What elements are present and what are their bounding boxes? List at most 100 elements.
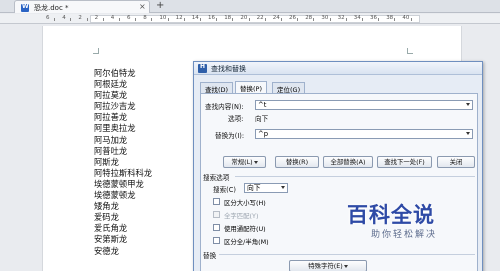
ruler-tick [199,18,201,21]
find-history-dropdown-icon[interactable] [466,103,470,106]
document-line: 阿马加龙 [94,134,128,145]
find-what-value: ^t [258,101,267,109]
document-line: 爱码龙 [94,212,119,223]
replace-with-label: 替换为(I): [215,132,245,140]
ruler-number: 20 [240,15,248,21]
ruler-number: 38 [386,15,394,21]
ruler-tick [216,18,218,21]
wildcards-checkbox[interactable] [213,224,220,231]
ruler-number: 2 [78,15,82,21]
document-line: 安德龙 [94,245,119,256]
ruler-number: 40 [402,15,410,21]
ruler-number: 32 [337,15,345,21]
width-sensitive-label: 区分全/半角(M) [224,238,269,246]
left-margin-corner-mark [93,48,99,54]
find-what-label: 查找内容(N): [205,103,244,111]
dialog-titlebar[interactable]: 查找和替换 [194,62,482,75]
ruler-number: 4 [110,15,115,21]
search-options-divider [235,176,475,177]
dialog-title: 查找和替换 [211,65,246,73]
ruler-number: 34 [353,15,361,21]
document-line: 阿拉莫龙 [94,90,128,101]
replace-with-value: ^p [258,130,269,138]
replace-button[interactable]: 替换(R) [275,156,319,168]
find-what-input[interactable]: ^t [255,100,473,110]
ruler-number: 24 [272,15,280,21]
new-tab-icon[interactable]: + [156,0,164,11]
ruler-number: 12 [175,15,183,21]
replace-section-heading: 替换 [203,252,217,260]
options-label: 选项: [228,115,244,123]
ruler-tick [183,18,185,21]
ruler-tick [361,18,363,21]
ruler-number: 28 [305,15,313,21]
chevron-down-icon [281,186,285,189]
ruler-tick [86,18,88,21]
ruler-tick [70,18,72,21]
ruler-tick [264,18,266,21]
document-line: 阿特拉斯科科龙 [94,167,153,178]
ruler-tick [54,18,56,21]
watermark-logo-title: 百科全说 [347,203,435,227]
ruler-number: 36 [370,15,377,21]
close-tab-icon[interactable]: × [139,2,146,11]
chevron-down-icon [253,160,258,164]
close-button[interactable]: 关闭 [437,156,475,168]
wildcards-label: 使用通配符(U) [224,225,266,233]
options-value: 向下 [255,115,269,123]
general-options-button[interactable]: 常规(L) [223,156,266,168]
ruler-tick [280,18,282,21]
document-line: 阿斯龙 [94,156,119,167]
document-line: 埃德蒙顿甲龙 [94,178,144,189]
ruler-tick [313,18,315,21]
document-line: 阿拉善龙 [94,112,128,123]
chevron-down-icon [343,264,348,268]
ruler-tick [394,18,396,21]
ruler-tick [135,18,137,21]
ruler-number: 2 [94,15,99,21]
ruler-tick [297,18,299,21]
ruler-tick [167,18,169,21]
replace-tab-panel: 查找内容(N): ^t 选项: 向下 替换为(I): ^p 常规(L) 替换(R… [200,93,478,271]
find-replace-dialog: 查找和替换 查找(D) 替换(P) 定位(G) 查找内容(N): ^t 选项: … [193,61,483,271]
document-line: 阿根廷龙 [94,79,128,90]
special-characters-button[interactable]: 特殊字符(E) [289,260,367,271]
match-case-checkbox[interactable] [213,198,220,205]
ruler-tick [102,18,104,21]
document-body[interactable]: 阿尔伯特龙 阿根廷龙 阿拉莫龙 阿拉沙吉龙 阿拉善龙 阿里奥拉龙 阿马加龙 阿普… [94,68,152,257]
watermark-logo-subtitle: 助你轻松解决 [371,230,438,240]
ruler-tick [151,18,153,21]
ruler-tick [118,18,120,21]
find-next-button[interactable]: 查找下一处(F) [377,156,432,168]
replace-all-button[interactable]: 全部替换(A) [323,156,373,168]
document-line: 矮角龙 [94,201,119,212]
word-document-icon [21,3,29,12]
document-line: 爱氏角龙 [94,223,128,234]
document-tab-title: 恐龙.doc * [34,4,69,12]
ruler-number: 4 [62,15,66,21]
ruler-number: 6 [127,15,131,21]
document-line: 阿拉沙吉龙 [94,101,136,112]
width-sensitive-checkbox[interactable] [213,237,220,244]
horizontal-ruler[interactable]: 6 4 2 2 4 6 8 10 12 14 16 18 20 22 24 26 28 30 32 34 36 38 40 [0,14,500,24]
ruler-tick [232,18,234,21]
ruler-number: 16 [208,15,215,21]
replace-history-dropdown-icon[interactable] [466,132,470,135]
replace-with-input[interactable]: ^p [255,129,473,139]
ruler-tick [329,18,331,21]
document-tab-bar: 恐龙.doc * × + [0,0,500,13]
search-direction-select[interactable]: 向下 [244,183,288,193]
ruler-number: 8 [143,15,147,21]
search-direction-label: 搜索(C) [213,186,236,194]
ruler-number: 10 [159,15,167,21]
ruler-tick [248,18,250,21]
document-line: 阿里奥拉龙 [94,123,136,134]
ruler-number: 30 [321,15,329,21]
document-tab[interactable]: 恐龙.doc * × [14,0,150,13]
tab-find[interactable]: 查找(D) [200,82,234,94]
document-line: 埃德蒙顿龙 [94,190,136,201]
ruler-number: 14 [191,15,199,21]
whole-word-checkbox[interactable] [213,211,220,218]
ruler-number: 26 [289,15,296,21]
tab-goto[interactable]: 定位(G) [272,82,306,94]
